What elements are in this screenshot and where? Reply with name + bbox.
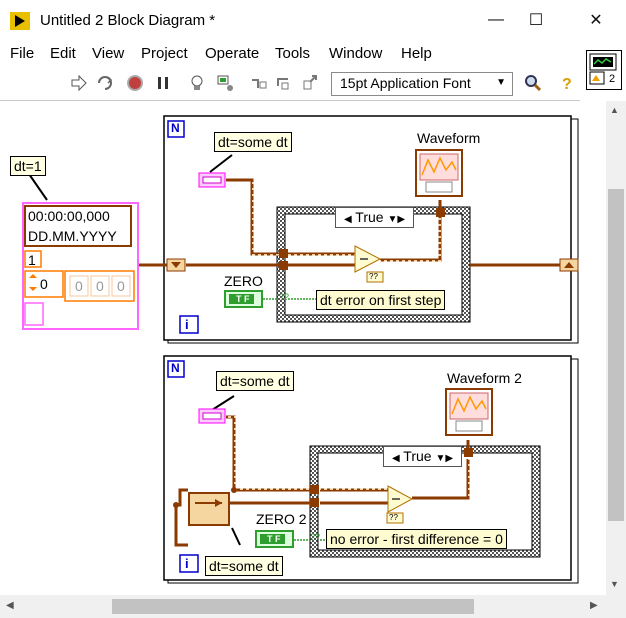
timestamp-time: 00:00:00,000 [28,208,110,224]
compare2-unknown: ?? [389,513,398,522]
maximize-icon: ☐ [528,12,544,29]
array-value-1: 0 [96,278,104,294]
timestamp-date: DD.MM.YYYY [28,228,117,244]
font-select-value: 15pt Application Font [340,75,471,91]
svg-text:?: ? [562,76,572,92]
menu-tools[interactable]: Tools [275,45,310,62]
case2-down-arrow-icon[interactable]: ▼▶ [435,453,453,464]
menu-view[interactable]: View [92,45,124,62]
waveform-graph-label: Waveform [417,130,481,146]
maximize-button[interactable]: ☐ [516,4,556,36]
zero-unknown: ?? [279,292,290,302]
step-out-icon[interactable] [302,74,320,92]
waveform2-graph-label: Waveform 2 [447,370,522,386]
window-title: Untitled 2 Block Diagram * [40,12,216,29]
run-continuously-icon[interactable] [96,74,114,92]
search-icon[interactable] [524,74,542,92]
context-help-badge: 2 [609,73,616,85]
step-over-icon[interactable] [276,74,294,92]
block-diagram-canvas[interactable]: dt=1 00:00:00,000 DD.MM.YYYY 1 0 0 0 0 N… [0,101,606,595]
font-select[interactable]: 15pt Application Font ▼ [331,72,513,96]
cluster-count[interactable]: 1 [28,252,36,268]
array-value-0: 0 [75,278,83,294]
title-bar: Untitled 2 Block Diagram * — ☐ ✕ [0,0,626,42]
minimize-icon: — [488,11,504,28]
dt-label-outer: dt=1 [10,156,46,176]
chevron-down-icon: ▼ [496,77,506,88]
loop2-n-terminal: N [171,361,180,375]
loop1-n-terminal: N [171,121,180,135]
zero2-label: ZERO 2 [256,511,307,527]
scroll-right-icon[interactable]: ▶ [590,600,598,611]
case1-left-arrow-icon[interactable]: ◀ [344,214,352,225]
case2-selector[interactable]: ◀ True ▼▶ [383,446,462,467]
zero-bool-text: T F [236,294,250,304]
compare1-unknown: ?? [369,272,378,281]
horizontal-scroll-thumb[interactable] [112,599,474,614]
highlight-bulb-icon[interactable] [188,74,206,92]
zero-label: ZERO [224,273,263,289]
run-arrow-icon[interactable] [70,74,88,92]
case1-value: True [355,209,384,225]
loop1-i-terminal: i [185,317,189,332]
loop2-string-const[interactable]: no error - first difference = 0 [326,529,507,549]
vertical-scroll-thumb[interactable] [608,189,624,521]
horizontal-scrollbar[interactable]: ◀ ▶ [0,595,606,618]
loop2-dt-label-bottom: dt=some dt [205,556,283,576]
vertical-scrollbar[interactable]: ▲ ▼ [606,101,626,595]
menu-window[interactable]: Window [329,45,382,62]
minimize-button[interactable]: — [476,4,516,36]
help-icon[interactable]: ? [558,74,576,92]
scroll-left-icon[interactable]: ◀ [6,600,14,611]
menu-bar: File Edit View Project Operate Tools Win… [0,42,626,66]
pause-icon[interactable] [154,74,172,92]
zero2-unknown: ?? [310,532,321,542]
menu-file[interactable]: File [10,45,34,62]
loop1-dt-label: dt=some dt [214,132,292,152]
menu-operate[interactable]: Operate [205,45,259,62]
array-value-2: 0 [117,278,125,294]
array-index[interactable]: 0 [40,276,48,292]
step-into-icon[interactable] [250,74,268,92]
loop2-i-terminal: i [185,556,189,571]
menu-help[interactable]: Help [401,45,432,62]
case2-value: True [403,448,432,464]
close-button[interactable]: ✕ [576,4,616,36]
vi-icon [589,53,617,85]
scroll-corner [606,595,626,618]
toolbar: 15pt Application Font ▼ ? [0,66,580,101]
scroll-down-icon[interactable]: ▼ [610,579,619,589]
labview-logo-icon [10,12,30,30]
retain-wire-icon[interactable] [216,74,234,92]
loop2-dt-label: dt=some dt [216,371,294,391]
abort-icon[interactable] [126,74,144,92]
case1-selector[interactable]: ◀ True ▼▶ [335,207,414,228]
close-icon: ✕ [589,12,603,29]
context-help-window[interactable]: 2 [586,50,622,90]
case1-down-arrow-icon[interactable]: ▼▶ [387,214,405,225]
case2-left-arrow-icon[interactable]: ◀ [392,453,400,464]
zero2-bool-text: T F [267,534,281,544]
menu-edit[interactable]: Edit [50,45,76,62]
scroll-up-icon[interactable]: ▲ [610,105,619,115]
loop1-string-const[interactable]: dt error on first step [316,290,446,310]
menu-project[interactable]: Project [141,45,188,62]
